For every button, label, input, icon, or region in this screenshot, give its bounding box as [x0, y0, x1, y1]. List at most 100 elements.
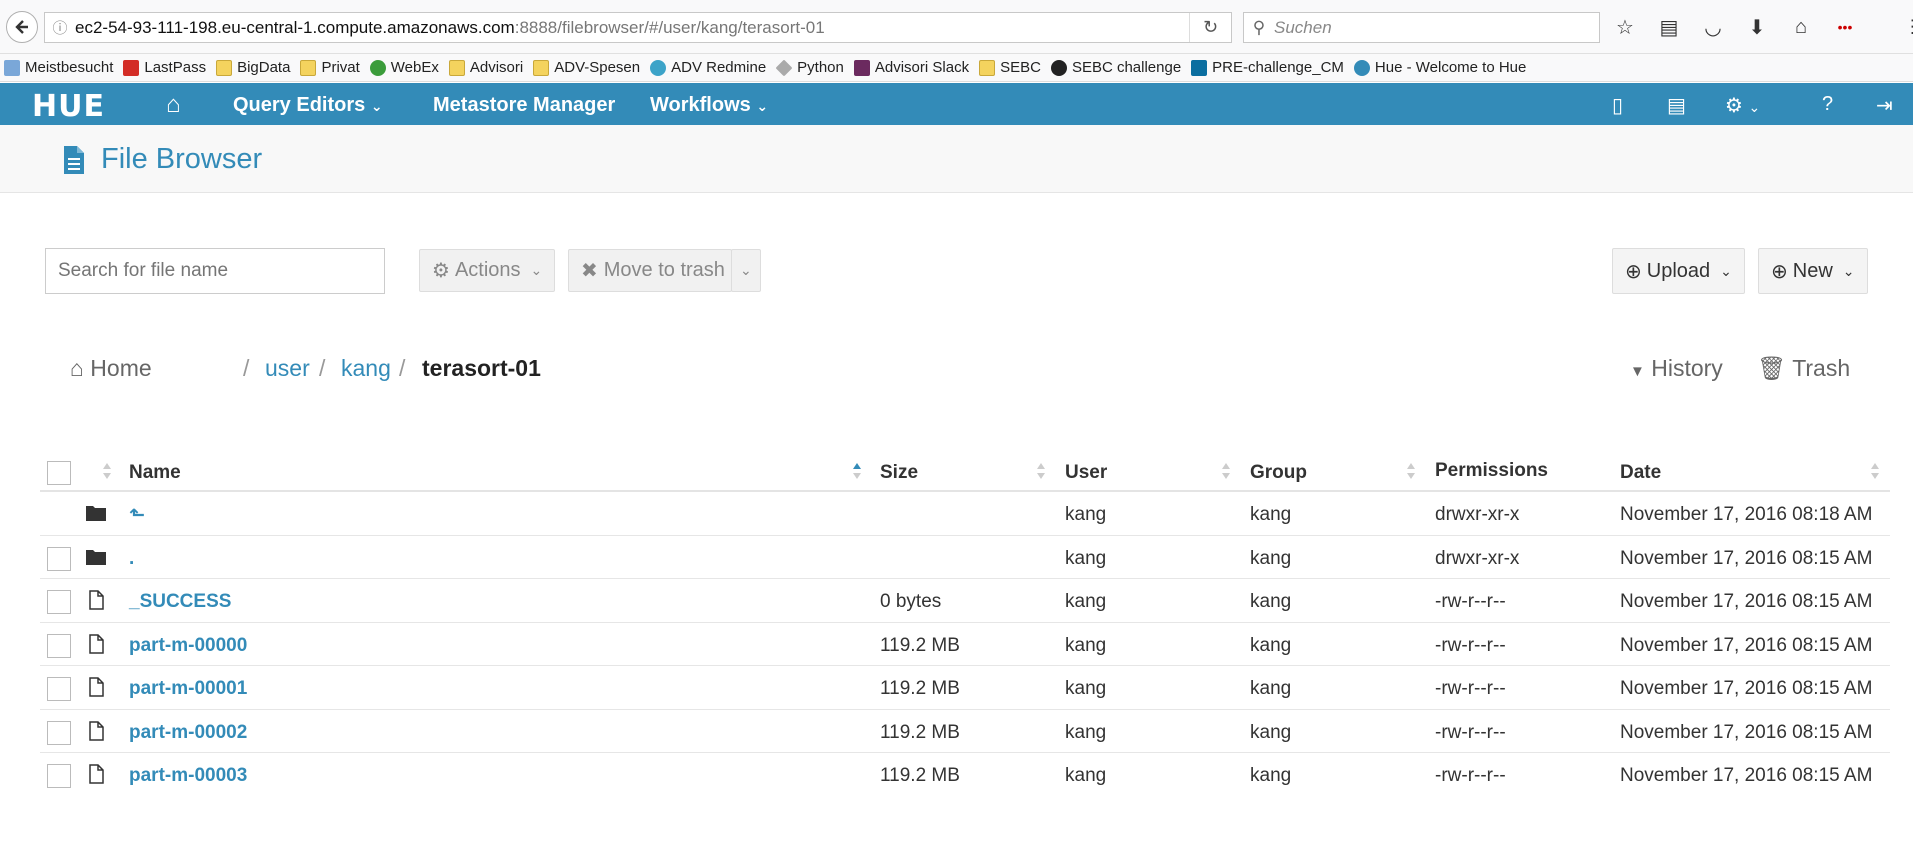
file-name-link[interactable]: .: [129, 548, 134, 570]
cell-permissions: -rw-r--r--: [1435, 721, 1506, 743]
header-name[interactable]: Name: [129, 462, 181, 484]
caret-down-icon: ▼: [1630, 363, 1645, 380]
header-user[interactable]: User: [1065, 462, 1107, 484]
bookmark-adv-spesen[interactable]: ADV-Spesen: [533, 59, 640, 76]
cell-date: November 17, 2016 08:15 AM: [1620, 591, 1873, 612]
row-checkbox[interactable]: [47, 590, 71, 614]
bookmark-lastpass[interactable]: LastPass: [123, 59, 206, 76]
gear-icon: [650, 59, 667, 76]
trash-options-dropdown[interactable]: ⌄: [731, 249, 761, 292]
bookmarks-bar: Meistbesucht LastPass BigData Privat Web…: [0, 54, 1913, 82]
table-row[interactable]: . kang kang drwxr-xr-x November 17, 2016…: [40, 536, 1890, 579]
sort-asc-icon[interactable]: [852, 460, 862, 482]
cloudera-icon: [1191, 59, 1208, 76]
query-editors-menu[interactable]: Query Editors ⌄: [233, 94, 383, 117]
file-table: Name Size User Group Permissions Date ⬑ …: [40, 450, 1890, 797]
breadcrumb-separator: /: [319, 355, 326, 381]
file-name-link[interactable]: part-m-00001: [129, 678, 247, 700]
bookmark-hue[interactable]: Hue - Welcome to Hue: [1353, 59, 1526, 76]
gears-icon[interactable]: ⚙ ⌄: [1725, 93, 1760, 118]
upload-button[interactable]: ⊕ Upload ⌄: [1612, 248, 1745, 294]
bookmark-meistbesucht[interactable]: Meistbesucht: [4, 59, 113, 76]
file-icon[interactable]: ▯: [1612, 93, 1623, 118]
table-icon[interactable]: ▤: [1667, 93, 1686, 118]
bookmark-sebc[interactable]: SEBC: [979, 59, 1041, 76]
table-row[interactable]: part-m-00001 119.2 MB kang kang -rw-r--r…: [40, 666, 1890, 710]
bookmark-label: Advisori: [469, 59, 524, 76]
download-icon[interactable]: ⬇: [1744, 14, 1770, 40]
pocket-icon[interactable]: ◡: [1700, 14, 1726, 40]
arrow-left-icon: [15, 20, 28, 34]
back-button[interactable]: [6, 11, 38, 43]
workflows-menu[interactable]: Workflows ⌄: [650, 94, 768, 117]
file-search-input[interactable]: [45, 248, 385, 294]
sort-icon[interactable]: [1870, 460, 1880, 482]
trash-label: Trash: [1792, 355, 1851, 381]
lastpass-icon[interactable]: •••: [1832, 14, 1858, 40]
file-name-link[interactable]: _SUCCESS: [129, 591, 231, 613]
bookmark-advisori[interactable]: Advisori: [448, 59, 524, 76]
home-icon[interactable]: ⌂: [1788, 14, 1814, 40]
bookmark-webex[interactable]: WebEx: [369, 59, 439, 76]
new-button[interactable]: ⊕ New ⌄: [1758, 248, 1868, 294]
trash-button[interactable]: 🗑 Trash: [1757, 355, 1850, 382]
file-name-link[interactable]: part-m-00002: [129, 722, 247, 744]
table-row[interactable]: _SUCCESS 0 bytes kang kang -rw-r--r-- No…: [40, 579, 1890, 623]
cell-user: kang: [1065, 678, 1107, 699]
breadcrumb-kang[interactable]: kang: [341, 355, 391, 382]
table-row[interactable]: part-m-00003 119.2 MB kang kang -rw-r--r…: [40, 753, 1890, 797]
sort-icon[interactable]: [1036, 460, 1046, 482]
row-checkbox[interactable]: [47, 764, 71, 788]
bookmark-sebc-challenge[interactable]: SEBC challenge: [1050, 59, 1181, 76]
browser-search-field[interactable]: ⚲ Suchen: [1243, 12, 1600, 43]
header-date[interactable]: Date: [1620, 462, 1661, 484]
bookmark-privat[interactable]: Privat: [300, 59, 360, 76]
bookmark-pre-challenge[interactable]: PRE-challenge_CM: [1191, 59, 1344, 76]
bookmark-label: Meistbesucht: [25, 59, 114, 76]
table-row[interactable]: part-m-00002 119.2 MB kang kang -rw-r--r…: [40, 710, 1890, 753]
parent-directory-link[interactable]: ⬑: [129, 504, 145, 527]
table-row[interactable]: part-m-00000 119.2 MB kang kang -rw-r--r…: [40, 623, 1890, 666]
file-name-link[interactable]: part-m-00000: [129, 635, 247, 657]
breadcrumb-separator: /: [399, 355, 406, 381]
star-icon[interactable]: ☆: [1612, 14, 1638, 40]
breadcrumb-user[interactable]: user: [265, 355, 310, 382]
move-to-trash-button[interactable]: ✖ Move to trash: [568, 249, 732, 292]
home-icon[interactable]: ⌂: [166, 91, 181, 119]
header-group[interactable]: Group: [1250, 462, 1307, 484]
info-icon[interactable]: ⓘ: [45, 17, 75, 38]
address-bar[interactable]: ⓘ ec2-54-93-111-198.eu-central-1.compute…: [44, 12, 1232, 43]
folder-icon: [448, 59, 465, 76]
history-button[interactable]: ▼ History: [1630, 355, 1723, 382]
actions-button[interactable]: ⚙ Actions ⌄: [419, 249, 556, 292]
sort-icon[interactable]: [1221, 460, 1231, 482]
cell-group: kang: [1250, 591, 1292, 612]
bookmark-advisori-slack[interactable]: Advisori Slack: [853, 59, 969, 76]
select-all-checkbox[interactable]: [47, 461, 71, 485]
bookmark-label: PRE-challenge_CM: [1212, 59, 1344, 76]
sort-icon[interactable]: [102, 460, 112, 482]
bookmark-python[interactable]: Python: [775, 59, 844, 76]
sign-out-icon[interactable]: ⇥: [1876, 93, 1893, 118]
reading-list-icon[interactable]: ▤: [1656, 14, 1682, 40]
github-icon: [1050, 59, 1067, 76]
breadcrumb-home[interactable]: ⌂ Home: [70, 355, 152, 382]
metastore-manager-link[interactable]: Metastore Manager: [433, 94, 615, 117]
row-checkbox[interactable]: [47, 546, 71, 571]
menu-icon[interactable]: ☰: [1906, 14, 1913, 40]
header-permissions[interactable]: Permissions: [1435, 460, 1548, 482]
table-row[interactable]: ⬑ kang kang drwxr-xr-x November 17, 2016…: [40, 492, 1890, 536]
row-checkbox[interactable]: [47, 633, 71, 658]
page-header: File Browser: [0, 125, 1913, 193]
bookmark-bigdata[interactable]: BigData: [216, 59, 290, 76]
reload-icon[interactable]: ↻: [1189, 13, 1231, 42]
sort-icon[interactable]: [1406, 460, 1416, 482]
header-size[interactable]: Size: [880, 462, 918, 484]
row-checkbox[interactable]: [47, 677, 71, 701]
row-checkbox[interactable]: [47, 720, 71, 745]
hue-logo[interactable]: HUE: [32, 89, 105, 124]
bookmark-adv-redmine[interactable]: ADV Redmine: [650, 59, 766, 76]
help-icon[interactable]: ?: [1822, 93, 1833, 116]
file-name-link[interactable]: part-m-00003: [129, 765, 247, 787]
url-path: :8888/filebrowser/#/user/kang/terasort-0…: [514, 17, 825, 37]
